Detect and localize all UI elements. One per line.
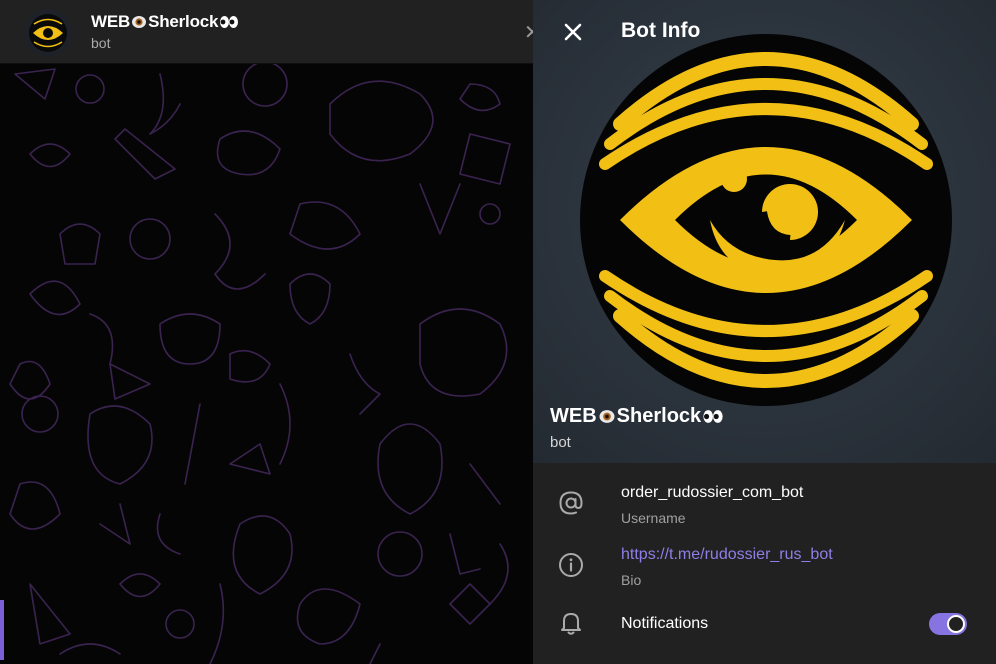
eye-emoji-icon — [132, 16, 147, 28]
profile-hero: Bot Info WEB Sherlock bot — [533, 0, 996, 463]
info-icon — [557, 551, 585, 579]
username-label: Username — [621, 510, 686, 526]
panel-title: Bot Info — [621, 19, 701, 42]
chat-subtitle: bot — [91, 35, 111, 51]
bio-row[interactable]: https://t.me/rudossier_rus_bot Bio — [533, 537, 996, 599]
chat-pane: WEB Sherlock bot ✕ — [0, 0, 533, 664]
close-icon[interactable]: ✕ — [524, 20, 533, 45]
bell-icon — [557, 609, 585, 637]
eye-emoji-icon — [599, 410, 615, 423]
active-indicator — [0, 600, 4, 660]
at-sign-icon — [557, 489, 585, 517]
close-button[interactable] — [555, 14, 591, 50]
profile-photo[interactable] — [580, 34, 952, 406]
notifications-toggle[interactable] — [929, 613, 967, 635]
eye-logo-icon — [29, 14, 67, 52]
bio-label: Bio — [621, 572, 642, 588]
chat-title-suffix: Sherlock — [148, 12, 219, 31]
eyes-emoji-icon — [703, 410, 723, 423]
chat-header[interactable]: WEB Sherlock bot ✕ — [0, 0, 533, 64]
info-list: order_rudossier_com_bot Username https:/… — [533, 463, 996, 664]
username-value: order_rudossier_com_bot — [621, 484, 804, 501]
notifications-label: Notifications — [621, 615, 709, 632]
chat-title-prefix: WEB — [91, 12, 131, 31]
bot-avatar[interactable] — [24, 9, 72, 57]
profile-name-suffix: Sherlock — [616, 405, 702, 427]
chat-title: WEB Sherlock — [91, 12, 239, 32]
bio-link[interactable]: https://t.me/rudossier_rus_bot — [621, 546, 833, 564]
notifications-row[interactable]: Notifications — [533, 599, 996, 661]
bot-info-panel: Bot Info WEB Sherlock bot order_rudossie… — [533, 0, 996, 664]
info-header: Bot Info — [533, 0, 996, 64]
profile-subtitle: bot — [550, 434, 571, 451]
toggle-knob — [947, 615, 965, 633]
profile-name: WEB Sherlock — [550, 405, 724, 428]
profile-name-prefix: WEB — [550, 405, 597, 427]
chat-background-pattern — [9, 64, 511, 664]
eyes-emoji-icon — [220, 16, 239, 28]
close-icon — [564, 23, 582, 41]
username-row[interactable]: order_rudossier_com_bot Username — [533, 475, 996, 537]
